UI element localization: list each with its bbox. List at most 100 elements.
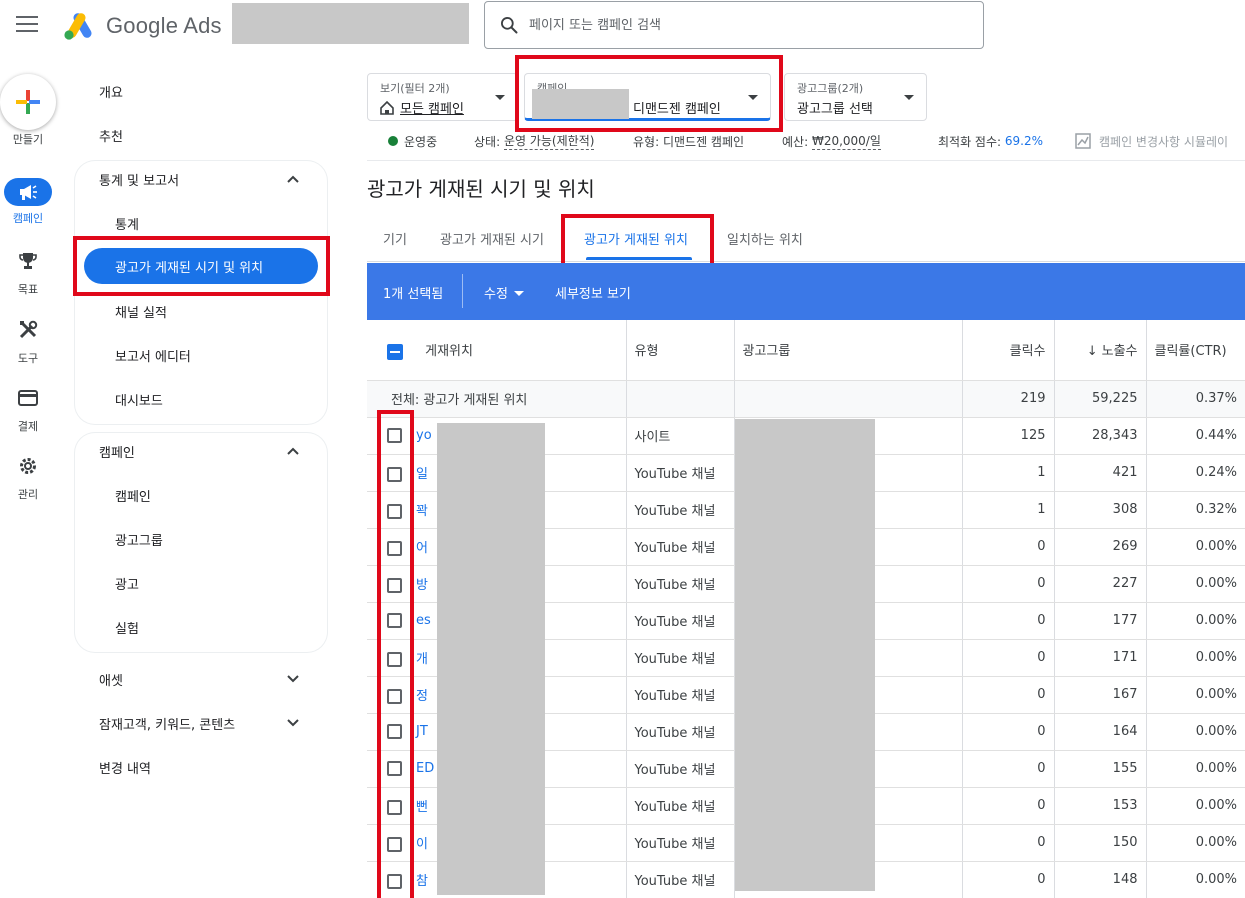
row-checkbox[interactable] bbox=[387, 724, 402, 739]
rail-item-goals[interactable]: 목표 bbox=[0, 249, 56, 309]
placement-link[interactable]: 정 bbox=[416, 689, 428, 704]
view-details-button[interactable]: 세부정보 보기 bbox=[555, 283, 631, 302]
nav-section-title-stats[interactable]: 통계 및 보고서 bbox=[99, 170, 179, 189]
ctr-cell: 0.24% bbox=[1146, 454, 1245, 492]
ctr-cell: 0.00% bbox=[1146, 602, 1245, 640]
impressions-cell: 421 bbox=[1054, 454, 1147, 492]
select-all-checkbox[interactable] bbox=[387, 343, 403, 360]
row-checkbox[interactable] bbox=[387, 652, 402, 667]
placement-link[interactable]: es bbox=[416, 613, 431, 628]
header-type[interactable]: 유형 bbox=[626, 320, 735, 381]
google-ads-logo[interactable]: Google Ads bbox=[64, 10, 222, 42]
nav-recommendations[interactable]: 추천 bbox=[99, 126, 123, 145]
nav-item-report-editor[interactable]: 보고서 에디터 bbox=[115, 346, 191, 365]
table-header-row: 게재위치 유형 광고그룹 클릭수 ↓ 노출수 클릭률(CTR) bbox=[367, 320, 1245, 381]
page-title: 광고가 게재된 시기 및 위치 bbox=[367, 177, 595, 201]
rail-item-admin[interactable]: 관리 bbox=[0, 454, 56, 514]
placement-link[interactable]: 일 bbox=[416, 467, 428, 482]
impressions-cell: 164 bbox=[1054, 713, 1147, 751]
placement-link[interactable]: 참 bbox=[416, 874, 428, 889]
placement-link[interactable]: 꽉 bbox=[416, 504, 428, 519]
placement-link[interactable]: 이 bbox=[416, 837, 428, 852]
edit-menu-button[interactable]: 수정 bbox=[484, 283, 524, 302]
search-box[interactable] bbox=[484, 1, 984, 49]
nav-item-when-where-ads-showed[interactable]: 광고가 게재된 시기 및 위치 bbox=[84, 248, 318, 284]
optimization-score: 최적화 점수: 69.2% bbox=[938, 133, 1043, 149]
row-checkbox[interactable] bbox=[387, 800, 402, 815]
row-checkbox[interactable] bbox=[387, 874, 402, 889]
row-checkbox[interactable] bbox=[387, 541, 402, 556]
placement-link[interactable]: yo bbox=[416, 428, 432, 443]
tab-bar: 기기 광고가 게재된 시기 광고가 게재된 위치 일치하는 위치 bbox=[367, 215, 1245, 262]
tab-when-ads-showed[interactable]: 광고가 게재된 시기 bbox=[440, 215, 544, 261]
nav-section-title-assets[interactable]: 애셋 bbox=[99, 670, 123, 689]
placement-link[interactable]: JT bbox=[416, 724, 428, 739]
view-filter[interactable]: 보기(필터 2개) 모든 캠페인 bbox=[367, 73, 518, 121]
rail-label-campaigns: 캠페인 bbox=[12, 212, 44, 225]
placement-link[interactable]: ED bbox=[416, 761, 434, 776]
ctr-cell: 0.44% bbox=[1146, 417, 1245, 455]
total-row: 전체: 광고가 게재된 위치 219 59,225 0.37% bbox=[367, 380, 1245, 418]
row-checkbox[interactable] bbox=[387, 504, 402, 519]
impressions-cell: 308 bbox=[1054, 491, 1147, 529]
row-checkbox[interactable] bbox=[387, 613, 402, 628]
row-checkbox[interactable] bbox=[387, 837, 402, 852]
total-clicks: 219 bbox=[962, 380, 1055, 418]
type-cell: YouTube 채널 bbox=[626, 528, 735, 566]
clicks-cell: 0 bbox=[962, 713, 1055, 751]
state-value[interactable]: 운영 가능(제한적) bbox=[503, 132, 595, 150]
chevron-up-icon[interactable] bbox=[286, 444, 300, 458]
tab-devices[interactable]: 기기 bbox=[383, 215, 407, 261]
campaign-filter[interactable]: 캠페인 디맨드젠 캠페인 bbox=[524, 73, 771, 121]
create-button[interactable] bbox=[0, 74, 56, 130]
nav-section-title-audiences[interactable]: 잠재고객, 키워드, 콘텐츠 bbox=[99, 714, 235, 733]
chevron-up-icon[interactable] bbox=[286, 172, 300, 186]
adgroup-filter[interactable]: 광고그룹(2개) 광고그룹 선택 bbox=[784, 73, 927, 121]
rail-item-tools[interactable]: 도구 bbox=[0, 318, 56, 378]
row-checkbox[interactable] bbox=[387, 467, 402, 482]
placement-link[interactable]: 방 bbox=[416, 578, 428, 593]
nav-item-statistics[interactable]: 통계 bbox=[115, 214, 139, 233]
header-placement: 게재위치 bbox=[367, 320, 627, 381]
nav-item-experiments[interactable]: 실험 bbox=[115, 618, 139, 637]
account-redacted[interactable] bbox=[232, 3, 469, 44]
budget-value[interactable]: ₩20,000/일 bbox=[811, 132, 881, 150]
search-input[interactable] bbox=[529, 17, 949, 33]
rail-item-billing[interactable]: 결제 bbox=[0, 386, 56, 446]
type-cell: YouTube 채널 bbox=[626, 676, 735, 714]
header-impressions[interactable]: ↓ 노출수 bbox=[1054, 320, 1147, 381]
nav-item-campaigns[interactable]: 캠페인 bbox=[115, 486, 151, 505]
nav-item-ads[interactable]: 광고 bbox=[115, 574, 139, 593]
ctr-cell: 0.00% bbox=[1146, 676, 1245, 714]
header-ctr[interactable]: 클릭률(CTR) bbox=[1146, 320, 1245, 381]
row-checkbox[interactable] bbox=[387, 689, 402, 704]
tab-where-ads-showed[interactable]: 광고가 게재된 위치 bbox=[584, 215, 688, 261]
row-checkbox[interactable] bbox=[387, 761, 402, 776]
nav-item-channel-performance[interactable]: 채널 실적 bbox=[115, 302, 167, 321]
adgroup-filter-label: 광고그룹(2개) bbox=[797, 82, 864, 95]
campaign-simulator[interactable]: 캠페인 변경사항 시뮬레이 bbox=[1075, 133, 1228, 149]
impressions-cell: 177 bbox=[1054, 602, 1147, 640]
impressions-cell: 171 bbox=[1054, 639, 1147, 677]
score-value[interactable]: 69.2% bbox=[1005, 134, 1043, 148]
header-adgroup[interactable]: 광고그룹 bbox=[734, 320, 963, 381]
rail-item-campaigns[interactable]: 캠페인 bbox=[0, 178, 56, 238]
menu-icon[interactable] bbox=[16, 16, 38, 34]
chevron-down-icon[interactable] bbox=[286, 716, 300, 730]
header-placement-label[interactable]: 게재위치 bbox=[425, 344, 473, 359]
row-checkbox[interactable] bbox=[387, 578, 402, 593]
placement-link[interactable]: 개 bbox=[416, 652, 428, 667]
nav-overview[interactable]: 개요 bbox=[99, 82, 123, 101]
row-checkbox[interactable] bbox=[387, 428, 402, 443]
total-label: 전체: 광고가 게재된 위치 bbox=[367, 380, 627, 418]
tab-matching-locations[interactable]: 일치하는 위치 bbox=[727, 215, 803, 261]
placement-link[interactable]: 뻔 bbox=[416, 800, 428, 815]
rail-label-tools: 도구 bbox=[17, 352, 39, 365]
nav-section-title-campaigns[interactable]: 캠페인 bbox=[99, 442, 135, 461]
header-clicks[interactable]: 클릭수 bbox=[962, 320, 1055, 381]
nav-item-adgroups[interactable]: 광고그룹 bbox=[115, 530, 163, 549]
chevron-down-icon[interactable] bbox=[286, 672, 300, 686]
placement-link[interactable]: 어 bbox=[416, 541, 428, 556]
nav-change-history[interactable]: 변경 내역 bbox=[99, 758, 151, 777]
nav-item-dashboard[interactable]: 대시보드 bbox=[115, 390, 163, 409]
